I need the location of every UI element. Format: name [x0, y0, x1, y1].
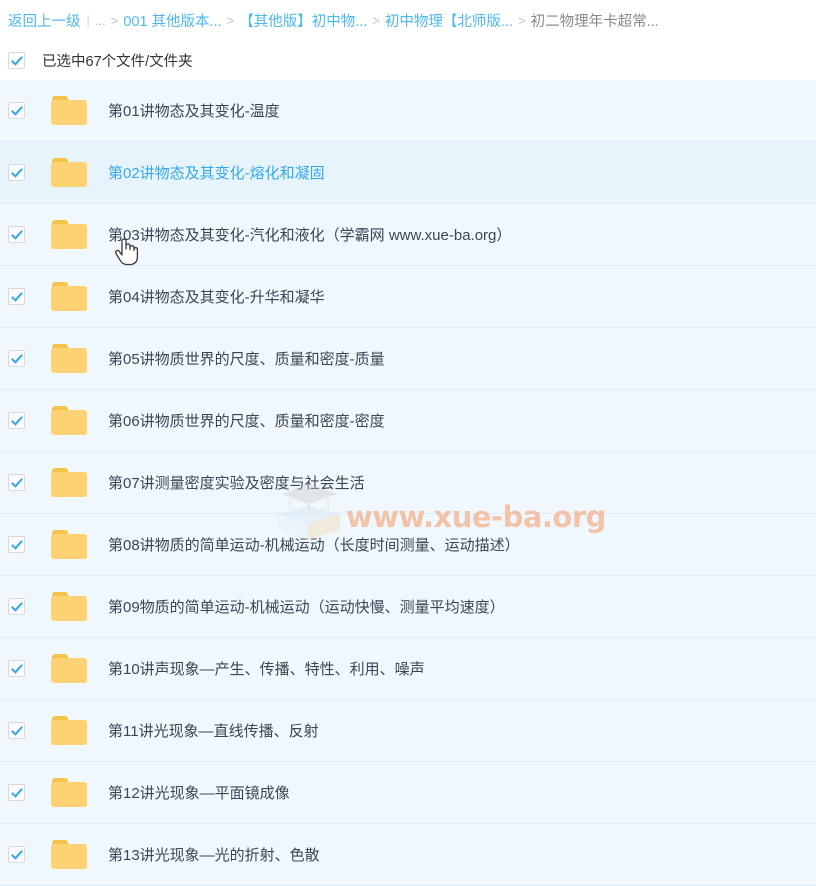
file-row-checkbox[interactable] [8, 536, 25, 553]
file-name-label[interactable]: 第07讲测量密度实验及密度与社会生活 [108, 472, 365, 493]
file-row-checkbox[interactable] [8, 660, 25, 677]
breadcrumb-ellipsis[interactable]: ... [95, 13, 106, 28]
breadcrumb-pipe: | [86, 12, 90, 28]
file-row-checkbox[interactable] [8, 226, 25, 243]
file-row-checkbox[interactable] [8, 474, 25, 491]
file-row[interactable]: 第02讲物态及其变化-熔化和凝固 [0, 142, 816, 204]
folder-icon [51, 406, 88, 435]
folder-icon [51, 468, 88, 497]
file-row-checkbox[interactable] [8, 784, 25, 801]
folder-icon [51, 96, 88, 125]
breadcrumb-item-2[interactable]: 初中物理【北师版... [385, 10, 513, 31]
breadcrumb-item-current: 初二物理年卡超常... [530, 13, 659, 30]
file-row[interactable]: 第13讲光现象—光的折射、色散 [0, 824, 816, 886]
breadcrumb: 返回上一级 | ... > 001 其他版本... > 【其他版】初中物... … [0, 0, 816, 40]
file-name-label[interactable]: 第05讲物质世界的尺度、质量和密度-质量 [108, 348, 385, 369]
file-name-label[interactable]: 第03讲物态及其变化-汽化和液化（学霸网 www.xue-ba.org） [108, 224, 511, 245]
file-row[interactable]: 第12讲光现象—平面镜成像 [0, 762, 816, 824]
file-name-label[interactable]: 第12讲光现象—平面镜成像 [108, 782, 290, 803]
folder-icon [51, 344, 88, 373]
breadcrumb-back-link[interactable]: 返回上一级 [8, 10, 81, 31]
file-row-checkbox[interactable] [8, 846, 25, 863]
file-name-label[interactable]: 第02讲物态及其变化-熔化和凝固 [108, 162, 325, 183]
file-row[interactable]: 第08讲物质的简单运动-机械运动（长度时间测量、运动描述） [0, 514, 816, 576]
file-row-checkbox[interactable] [8, 102, 25, 119]
breadcrumb-separator: > [110, 12, 119, 28]
selection-count-label: 已选中67个文件/文件夹 [42, 53, 193, 70]
file-name-label[interactable]: 第08讲物质的简单运动-机械运动（长度时间测量、运动描述） [108, 534, 520, 555]
folder-icon [51, 654, 88, 683]
file-name-label[interactable]: 第01讲物态及其变化-温度 [108, 100, 280, 121]
breadcrumb-separator: > [226, 12, 235, 28]
file-row[interactable]: 第01讲物态及其变化-温度 [0, 80, 816, 142]
file-row[interactable]: 第03讲物态及其变化-汽化和液化（学霸网 www.xue-ba.org） [0, 204, 816, 266]
file-row[interactable]: 第04讲物态及其变化-升华和凝华 [0, 266, 816, 328]
file-row[interactable]: 第05讲物质世界的尺度、质量和密度-质量 [0, 328, 816, 390]
file-row[interactable]: 第11讲光现象—直线传播、反射 [0, 700, 816, 762]
file-row-checkbox[interactable] [8, 412, 25, 429]
file-row[interactable]: 第09物质的简单运动-机械运动（运动快慢、测量平均速度） [0, 576, 816, 638]
breadcrumb-item-0[interactable]: 001 其他版本... [123, 10, 221, 31]
file-row[interactable]: 第10讲声现象—产生、传播、特性、利用、噪声 [0, 638, 816, 700]
folder-icon [51, 778, 88, 807]
file-row-checkbox[interactable] [8, 350, 25, 367]
file-row[interactable]: 第06讲物质世界的尺度、质量和密度-密度 [0, 390, 816, 452]
breadcrumb-item-1[interactable]: 【其他版】初中物... [239, 10, 367, 31]
folder-icon [51, 220, 88, 249]
folder-icon [51, 716, 88, 745]
folder-icon [51, 282, 88, 311]
file-name-label[interactable]: 第09物质的简单运动-机械运动（运动快慢、测量平均速度） [108, 596, 505, 617]
file-row-checkbox[interactable] [8, 164, 25, 181]
file-row[interactable]: 第07讲测量密度实验及密度与社会生活 [0, 452, 816, 514]
file-name-label[interactable]: 第13讲光现象—光的折射、色散 [108, 844, 320, 865]
selection-bar: 已选中67个文件/文件夹 [0, 40, 816, 80]
file-list: 第01讲物态及其变化-温度第02讲物态及其变化-熔化和凝固第03讲物态及其变化-… [0, 80, 816, 886]
file-row-checkbox[interactable] [8, 722, 25, 739]
file-name-label[interactable]: 第10讲声现象—产生、传播、特性、利用、噪声 [108, 658, 425, 679]
folder-icon [51, 530, 88, 559]
breadcrumb-separator: > [372, 12, 380, 28]
folder-icon [51, 158, 88, 187]
file-row-checkbox[interactable] [8, 288, 25, 305]
folder-icon [51, 592, 88, 621]
file-row-checkbox[interactable] [8, 598, 25, 615]
file-name-label[interactable]: 第06讲物质世界的尺度、质量和密度-密度 [108, 410, 385, 431]
select-all-checkbox[interactable] [8, 51, 25, 69]
breadcrumb-separator: > [518, 12, 526, 28]
file-name-label[interactable]: 第11讲光现象—直线传播、反射 [108, 720, 319, 741]
file-name-label[interactable]: 第04讲物态及其变化-升华和凝华 [108, 286, 325, 307]
